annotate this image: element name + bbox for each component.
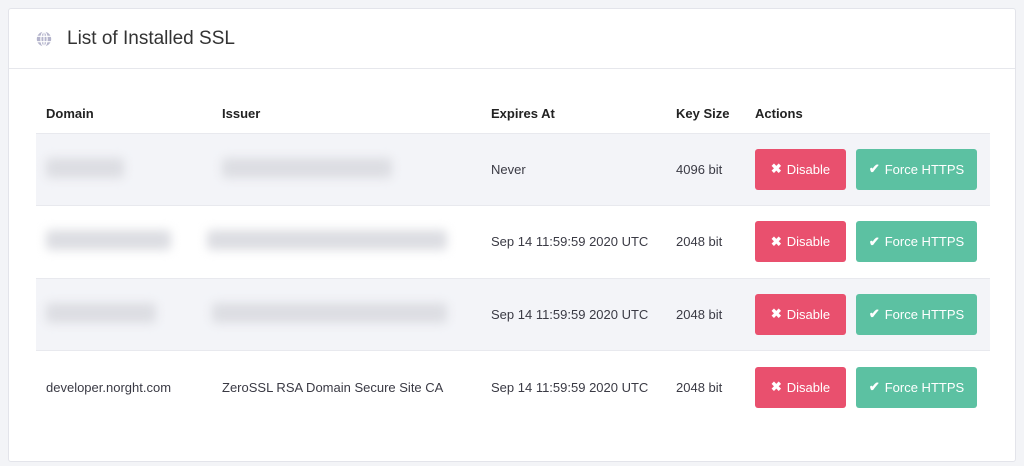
check-icon: ✔ (868, 306, 880, 322)
disable-button[interactable]: ✖ Disable (755, 293, 846, 335)
force-https-button[interactable]: ✔ Force HTTPS (856, 221, 977, 263)
issuer-redacted (222, 157, 392, 178)
ssl-card: List of Installed SSL Domain Issuer Expi… (8, 8, 1016, 462)
page-title: List of Installed SSL (67, 27, 235, 49)
col-domain: Domain (46, 106, 94, 122)
force-https-button[interactable]: ✔ Force HTTPS (856, 148, 977, 190)
expires-cell: Sep 14 11:59:59 2020 UTC (481, 277, 666, 351)
x-icon: ✖ (770, 306, 782, 322)
force-https-button[interactable]: ✔ Force HTTPS (856, 366, 977, 408)
table-row: Sep 14 11:59:59 2020 UTC 2048 bit ✖ Disab… (36, 277, 990, 351)
x-icon: ✖ (770, 233, 782, 249)
domain-redacted (46, 302, 156, 323)
disable-button[interactable]: ✖ Disable (755, 148, 846, 190)
ssl-table: Domain Issuer Expires At Key Size Action… (36, 95, 990, 423)
check-icon: ✔ (868, 233, 880, 249)
check-icon: ✔ (868, 379, 880, 394)
issuer-redacted (207, 230, 447, 251)
force-https-button[interactable]: ✔ Force HTTPS (856, 293, 977, 335)
col-key-size: Key Size (676, 106, 730, 122)
key-size-cell: 4096 bit (666, 132, 745, 206)
x-icon: ✖ (770, 161, 782, 177)
table-row: Never 4096 bit ✖ Disable ✔ Force HTTPS (36, 132, 990, 206)
domain-redacted (46, 157, 124, 178)
table-row: Sep 14 11:59:59 2020 UTC 2048 bit ✖ Disab… (36, 205, 990, 278)
disable-button[interactable]: ✖ Disable (755, 221, 846, 263)
table-row: developer.norght.com ZeroSSL RSA Domain … (36, 350, 990, 423)
card-header: List of Installed SSL (9, 9, 1015, 69)
expires-cell: Sep 14 11:59:59 2020 UTC (481, 350, 666, 423)
key-size-cell: 2048 bit (666, 205, 745, 278)
domain-cell: developer.norght.com (36, 350, 212, 423)
issuer-cell: ZeroSSL RSA Domain Secure Site CA (212, 350, 481, 423)
issuer-redacted (212, 302, 447, 323)
key-size-cell: 2048 bit (666, 350, 745, 423)
col-issuer: Issuer (222, 106, 261, 122)
check-icon: ✔ (868, 161, 880, 177)
x-icon: ✖ (770, 379, 782, 394)
key-size-cell: 2048 bit (666, 277, 745, 351)
disable-button[interactable]: ✖ Disable (755, 366, 846, 408)
col-expires: Expires At (491, 106, 555, 122)
domain-redacted (46, 230, 171, 251)
expires-cell: Sep 14 11:59:59 2020 UTC (481, 205, 666, 278)
col-actions: Actions (755, 106, 803, 122)
expires-cell: Never (481, 132, 666, 206)
globe-icon (36, 30, 52, 47)
